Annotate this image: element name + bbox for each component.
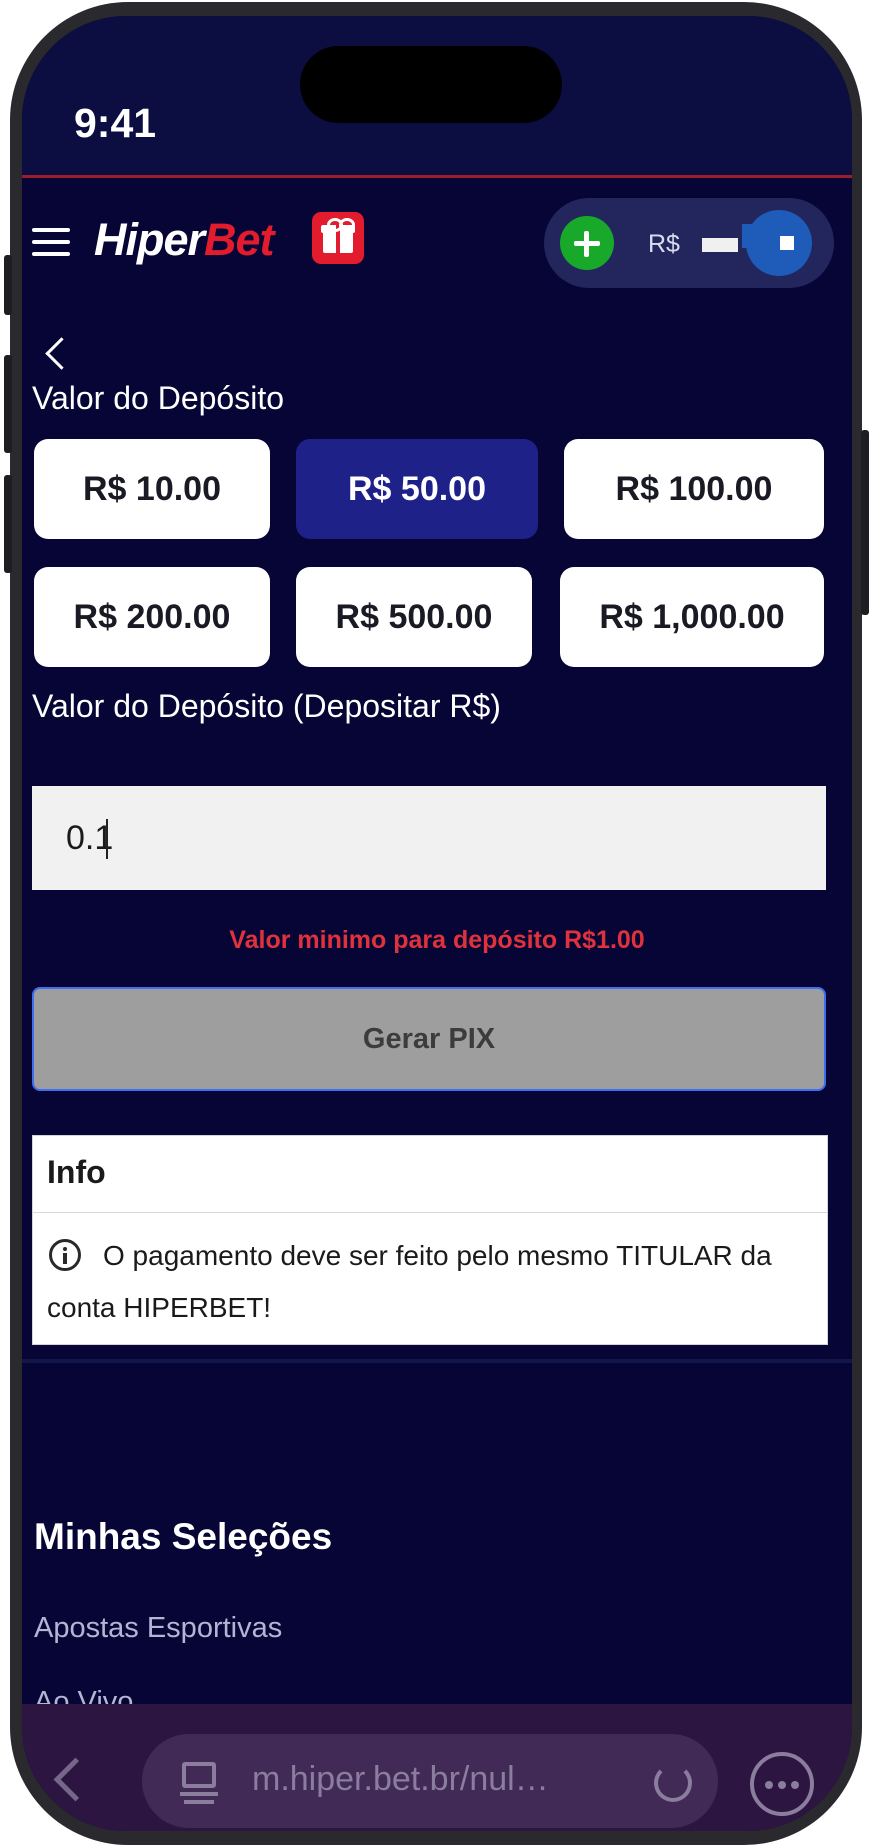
info-title: Info: [47, 1154, 106, 1190]
amount-button-200[interactable]: R$ 200.00: [34, 567, 270, 667]
browser-toolbar: m.hiper.bet.br/nul…: [22, 1704, 852, 1831]
generate-pix-button[interactable]: Gerar PIX: [32, 987, 826, 1091]
logo-text-bet: Bet: [204, 214, 275, 265]
info-text: O pagamento deve ser feito pelo mesmo TI…: [47, 1240, 772, 1323]
text-cursor: [106, 819, 108, 859]
phone-side-button: [4, 255, 12, 315]
browser-back-icon[interactable]: [50, 1756, 80, 1800]
balance-hidden-value: [702, 238, 738, 252]
reload-icon[interactable]: [654, 1764, 692, 1802]
amount-button-500[interactable]: R$ 500.00: [296, 567, 532, 667]
amount-button-100[interactable]: R$ 100.00: [564, 439, 824, 539]
section-divider: [22, 1359, 852, 1363]
amount-button-10[interactable]: R$ 10.00: [34, 439, 270, 539]
header-divider: [22, 175, 852, 178]
amount-button-1000[interactable]: R$ 1,000.00: [560, 567, 824, 667]
balance-widget[interactable]: R$: [544, 198, 834, 288]
back-arrow-icon[interactable]: [42, 334, 72, 374]
info-divider: [33, 1212, 827, 1213]
avatar-mask: [780, 236, 794, 250]
selections-title: Minhas Seleções: [34, 1516, 333, 1557]
deposit-amount-input[interactable]: [32, 786, 826, 890]
gift-icon[interactable]: [312, 212, 364, 264]
deposit-amount-label: Valor do Depósito: [32, 380, 284, 416]
info-card: Info O pagamento deve ser feito pelo mes…: [32, 1135, 828, 1345]
screen: 9:41 HiperBet R$ Valor do Depósito R$ 10…: [22, 16, 852, 1831]
min-deposit-error: Valor minimo para depósito R$1.00: [229, 926, 645, 954]
phone-side-button: [4, 475, 12, 573]
add-funds-icon[interactable]: [560, 216, 614, 270]
phone-side-button: [861, 430, 869, 615]
address-bar[interactable]: m.hiper.bet.br/nul…: [142, 1734, 718, 1828]
selection-item-sports[interactable]: Apostas Esportivas: [34, 1612, 282, 1645]
dynamic-island: [300, 46, 562, 123]
url-text: m.hiper.bet.br/nul…: [252, 1760, 549, 1798]
deposit-input-label: Valor do Depósito (Depositar R$): [32, 688, 501, 724]
amount-button-50[interactable]: R$ 50.00: [296, 439, 538, 539]
balance-currency: R$: [648, 230, 680, 258]
more-options-icon[interactable]: [750, 1752, 814, 1816]
avatar[interactable]: [746, 210, 812, 276]
hiperbet-logo[interactable]: HiperBet: [94, 214, 275, 266]
logo-text-hiper: Hiper: [94, 214, 205, 265]
menu-icon[interactable]: [32, 228, 72, 258]
tab-icon[interactable]: [180, 1762, 218, 1808]
status-time: 9:41: [74, 100, 157, 146]
phone-side-button: [4, 355, 12, 453]
